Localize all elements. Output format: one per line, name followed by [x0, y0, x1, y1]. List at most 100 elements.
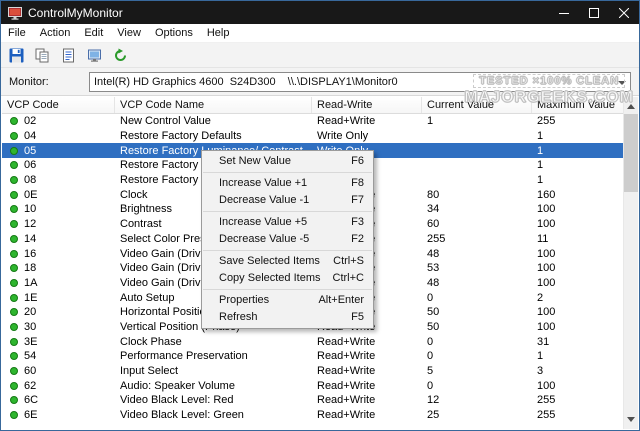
scroll-down-arrow-icon[interactable]	[624, 412, 638, 428]
vcp-code-cell: 0E	[2, 187, 115, 202]
menu-item-label: Copy Selected Items	[219, 270, 321, 287]
vcp-code-text: 14	[24, 233, 36, 245]
context-menu-item-increase-value-5[interactable]: Increase Value +5F3	[202, 214, 373, 231]
vcp-name-cell: Restore Factory Defaults	[115, 129, 312, 144]
minimize-button[interactable]	[549, 1, 579, 24]
current-value-cell	[422, 129, 532, 144]
menu-item-action[interactable]: Action	[33, 24, 78, 42]
vcp-code-cell: 08	[2, 173, 115, 188]
copy-icon[interactable]	[32, 45, 53, 66]
column-header-vcp-code-name[interactable]: VCP Code Name	[115, 97, 312, 113]
column-header-maximum-value[interactable]: Maximum Value	[532, 97, 625, 113]
scroll-up-arrow-icon[interactable]	[624, 98, 638, 114]
table-row[interactable]: 54Performance PreservationRead+Write01	[2, 349, 638, 364]
max-value-cell: 100	[532, 320, 625, 335]
table-row[interactable]: 62Audio: Speaker VolumeRead+Write0100	[2, 378, 638, 393]
vcp-code-text: 0E	[24, 189, 37, 201]
monitor-bar: Monitor: Intel(R) HD Graphics 4600 S24D3…	[1, 68, 639, 96]
vcp-name-cell: Performance Preservation	[115, 349, 312, 364]
vertical-scrollbar[interactable]	[623, 97, 638, 429]
vcp-code-text: 1E	[24, 292, 37, 304]
menu-item-label: Increase Value +5	[219, 214, 307, 231]
max-value-cell: 1	[532, 349, 625, 364]
vcp-code-cell: 30	[2, 320, 115, 335]
menu-item-file[interactable]: File	[1, 24, 33, 42]
menu-item-view[interactable]: View	[110, 24, 148, 42]
vcp-code-cell: 3E	[2, 334, 115, 349]
context-menu-item-copy-selected-items[interactable]: Copy Selected ItemsCtrl+C	[202, 270, 373, 287]
menu-item-edit[interactable]: Edit	[77, 24, 110, 42]
properties-icon[interactable]	[84, 45, 105, 66]
menu-separator	[203, 172, 372, 173]
status-dot-icon	[10, 161, 18, 169]
vcp-name-cell: Video Black Level: Red	[115, 393, 312, 408]
context-menu-item-decrease-value-1[interactable]: Decrease Value -1F7	[202, 192, 373, 209]
current-value-cell: 50	[422, 320, 532, 335]
save-icon[interactable]	[6, 45, 27, 66]
menu-separator	[203, 211, 372, 212]
column-header-read-write[interactable]: Read-Write	[312, 97, 422, 113]
column-header-vcp-code[interactable]: VCP Code	[2, 97, 115, 113]
max-value-cell: 100	[532, 305, 625, 320]
scrollbar-thumb[interactable]	[624, 114, 638, 192]
current-value-cell: 80	[422, 187, 532, 202]
vcp-code-cell: 18	[2, 261, 115, 276]
vcp-code-text: 06	[24, 159, 36, 171]
status-dot-icon	[10, 396, 18, 404]
max-value-cell: 3	[532, 364, 625, 379]
status-dot-icon	[10, 117, 18, 125]
max-value-cell: 255	[532, 393, 625, 408]
current-value-cell: 48	[422, 246, 532, 261]
context-menu-item-increase-value-1[interactable]: Increase Value +1F8	[202, 175, 373, 192]
menubar: FileActionEditViewOptionsHelp	[1, 24, 639, 43]
vcp-code-text: 12	[24, 218, 36, 230]
close-button[interactable]	[609, 1, 639, 24]
status-dot-icon	[10, 338, 18, 346]
menu-item-label: Increase Value +1	[219, 175, 307, 192]
status-dot-icon	[10, 323, 18, 331]
vcp-code-text: 62	[24, 380, 36, 392]
vcp-code-cell: 05	[2, 143, 115, 158]
context-menu-item-refresh[interactable]: RefreshF5	[202, 309, 373, 326]
table-row[interactable]: 6CVideo Black Level: RedRead+Write12255	[2, 393, 638, 408]
table-row[interactable]: 02New Control ValueRead+Write1255	[2, 114, 638, 129]
context-menu-item-properties[interactable]: PropertiesAlt+Enter	[202, 292, 373, 309]
menu-item-options[interactable]: Options	[148, 24, 200, 42]
menu-item-help[interactable]: Help	[200, 24, 237, 42]
table-row[interactable]: 3EClock PhaseRead+Write031	[2, 334, 638, 349]
current-value-cell: 1	[422, 114, 532, 129]
maximize-button[interactable]	[579, 1, 609, 24]
vcp-name-cell: New Control Value	[115, 114, 312, 129]
max-value-cell: 100	[532, 217, 625, 232]
table-row[interactable]: 6EVideo Black Level: GreenRead+Write2525…	[2, 408, 638, 423]
column-header-current-value[interactable]: Current Value	[422, 97, 532, 113]
table-row[interactable]: 04Restore Factory DefaultsWrite Only1	[2, 129, 638, 144]
max-value-cell: 31	[532, 334, 625, 349]
context-menu-item-decrease-value-5[interactable]: Decrease Value -5F2	[202, 231, 373, 248]
menu-item-shortcut: Alt+Enter	[318, 292, 364, 309]
current-value-cell: 53	[422, 261, 532, 276]
status-dot-icon	[10, 352, 18, 360]
context-menu: Set New ValueF6Increase Value +1F8Decrea…	[201, 150, 374, 329]
vcp-code-cell: 6E	[2, 408, 115, 423]
status-dot-icon	[10, 205, 18, 213]
current-value-cell: 0	[422, 378, 532, 393]
controlmymonitor-window: ControlMyMonitor FileActionEditViewOptio…	[0, 0, 640, 431]
current-value-cell: 255	[422, 232, 532, 247]
status-dot-icon	[10, 264, 18, 272]
vcp-code-cell: 02	[2, 114, 115, 129]
menu-item-shortcut: F5	[351, 309, 364, 326]
vcp-code-cell: 12	[2, 217, 115, 232]
refresh-icon[interactable]	[110, 45, 131, 66]
context-menu-item-set-new-value[interactable]: Set New ValueF6	[202, 153, 373, 170]
context-menu-item-save-selected-items[interactable]: Save Selected ItemsCtrl+S	[202, 253, 373, 270]
monitor-combobox[interactable]: Intel(R) HD Graphics 4600 S24D300 \\.\DI…	[89, 72, 631, 92]
document-icon[interactable]	[58, 45, 79, 66]
status-dot-icon	[10, 191, 18, 199]
table-row[interactable]: 60Input SelectRead+Write53	[2, 364, 638, 379]
vcp-name-cell: Video Black Level: Green	[115, 408, 312, 423]
max-value-cell: 100	[532, 378, 625, 393]
max-value-cell: 1	[532, 143, 625, 158]
vcp-code-text: 08	[24, 174, 36, 186]
current-value-cell: 0	[422, 349, 532, 364]
